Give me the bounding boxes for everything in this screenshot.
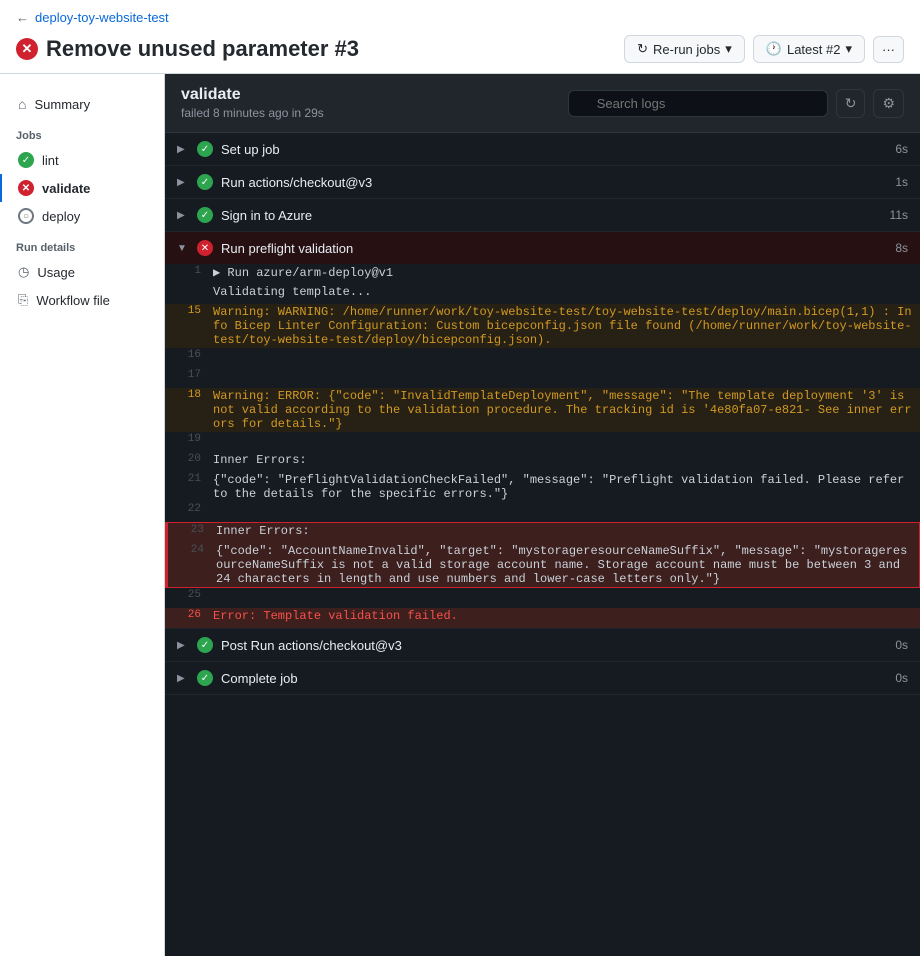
log-scroll-area[interactable]: ▶ ✓ Set up job 6s ▶ ✓ Run actions/checko… (165, 133, 920, 956)
step-setup: ▶ ✓ Set up job 6s (165, 133, 920, 166)
log-line: 16 (165, 348, 920, 368)
log-line: 17 (165, 368, 920, 388)
log-line-highlight-2: 24 {"code": "AccountNameInvalid", "targe… (166, 543, 919, 587)
clock-icon: 🕐 (766, 41, 782, 57)
search-input[interactable] (568, 90, 828, 117)
chevron-right-icon-4: ▶ (177, 640, 189, 651)
step-post-checkout-header[interactable]: ▶ ✓ Post Run actions/checkout@v3 0s (165, 629, 920, 661)
log-line: 21 {"code": "PreflightValidationCheckFai… (165, 472, 920, 502)
breadcrumb: ← deploy-toy-website-test (16, 10, 904, 25)
breadcrumb-link[interactable]: deploy-toy-website-test (35, 10, 169, 25)
job-subtitle: failed 8 minutes ago in 29s (181, 106, 324, 120)
action-buttons: ↻ Re-run jobs ▾ 🕐 Latest #2 ▾ ··· (624, 35, 904, 63)
sidebar-item-workflow-file[interactable]: ⎘ Workflow file (0, 286, 164, 314)
job-header: validate failed 8 minutes ago in 29s 🔍 ↻… (165, 74, 920, 133)
log-line-error: 26 Error: Template validation failed. (165, 608, 920, 628)
deploy-neutral-icon: ○ (18, 208, 34, 224)
refresh-button[interactable]: ↻ (836, 89, 866, 118)
back-arrow[interactable]: ← (16, 10, 29, 25)
job-title: validate (181, 86, 324, 104)
chevron-right-icon-3: ▶ (177, 210, 189, 221)
step-setup-success-icon: ✓ (197, 141, 213, 157)
log-line-warning: 15 Warning: WARNING: /home/runner/work/t… (165, 304, 920, 348)
step-setup-duration: 6s (895, 142, 908, 156)
jobs-section-label: Jobs (0, 118, 164, 146)
dropdown-arrow: ▾ (725, 41, 732, 57)
step-checkout-header[interactable]: ▶ ✓ Run actions/checkout@v3 1s (165, 166, 920, 198)
step-checkout-duration: 1s (895, 175, 908, 189)
job-header-actions: 🔍 ↻ ⚙ (568, 89, 904, 118)
step-preflight: ▼ ✕ Run preflight validation 8s 1 ▶ Run … (165, 232, 920, 629)
log-line: 20 Inner Errors: (165, 452, 920, 472)
step-signin-success-icon: ✓ (197, 207, 213, 223)
step-setup-header[interactable]: ▶ ✓ Set up job 6s (165, 133, 920, 165)
log-line: 22 (165, 502, 920, 522)
step-complete: ▶ ✓ Complete job 0s (165, 662, 920, 695)
settings-button[interactable]: ⚙ (873, 89, 904, 118)
rerun-icon: ↻ (637, 41, 648, 57)
log-line-warning-2: 18 Warning: ERROR: {"code": "InvalidTemp… (165, 388, 920, 432)
step-complete-success-icon: ✓ (197, 670, 213, 686)
step-signin-title: Sign in to Azure (221, 208, 312, 223)
lint-success-icon: ✓ (18, 152, 34, 168)
usage-clock-icon: ◷ (18, 264, 29, 280)
more-options-button[interactable]: ··· (873, 36, 904, 63)
step-complete-title: Complete job (221, 671, 298, 686)
latest-button[interactable]: 🕐 Latest #2 ▾ (753, 35, 865, 63)
sidebar-item-validate[interactable]: ✕ validate (0, 174, 164, 202)
rerun-jobs-button[interactable]: ↻ Re-run jobs ▾ (624, 35, 745, 63)
sidebar-item-usage[interactable]: ◷ Usage (0, 258, 164, 286)
chevron-down-icon: ▼ (177, 243, 189, 254)
step-preflight-header[interactable]: ▼ ✕ Run preflight validation 8s (165, 232, 920, 264)
step-preflight-title: Run preflight validation (221, 241, 353, 256)
step-setup-title: Set up job (221, 142, 280, 157)
sidebar-item-lint[interactable]: ✓ lint (0, 146, 164, 174)
run-details-label: Run details (0, 230, 164, 258)
step-post-checkout: ▶ ✓ Post Run actions/checkout@v3 0s (165, 629, 920, 662)
log-line: Validating template... (165, 284, 920, 304)
sidebar: ⌂ Summary Jobs ✓ lint ✕ validate ○ deplo… (0, 74, 165, 956)
file-icon: ⎘ (18, 292, 28, 308)
step-checkout-success-icon: ✓ (197, 174, 213, 190)
sidebar-item-summary[interactable]: ⌂ Summary (0, 90, 164, 118)
log-line-highlight: 23 Inner Errors: (166, 523, 919, 543)
dropdown-arrow-2: ▾ (845, 41, 852, 57)
step-preflight-duration: 8s (895, 241, 908, 255)
step-complete-header[interactable]: ▶ ✓ Complete job 0s (165, 662, 920, 694)
log-line: 1 ▶ Run azure/arm-deploy@v1 (165, 264, 920, 284)
error-highlight-block: 23 Inner Errors: 24 {"code": "AccountNam… (165, 522, 920, 588)
step-checkout: ▶ ✓ Run actions/checkout@v3 1s (165, 166, 920, 199)
step-complete-duration: 0s (895, 671, 908, 685)
sidebar-item-deploy[interactable]: ○ deploy (0, 202, 164, 230)
step-signin-header[interactable]: ▶ ✓ Sign in to Azure 11s (165, 199, 920, 231)
chevron-right-icon-2: ▶ (177, 177, 189, 188)
step-post-checkout-duration: 0s (895, 638, 908, 652)
step-signin-duration: 11s (890, 208, 908, 222)
step-post-checkout-success-icon: ✓ (197, 637, 213, 653)
step-preflight-error-icon: ✕ (197, 240, 213, 256)
log-lines-container: 1 ▶ Run azure/arm-deploy@v1 Validating t… (165, 264, 920, 628)
search-wrapper: 🔍 (568, 90, 828, 117)
step-post-checkout-title: Post Run actions/checkout@v3 (221, 638, 402, 653)
chevron-right-icon: ▶ (177, 144, 189, 155)
log-line: 25 (165, 588, 920, 608)
step-checkout-title: Run actions/checkout@v3 (221, 175, 372, 190)
chevron-right-icon-5: ▶ (177, 673, 189, 684)
log-line: 19 (165, 432, 920, 452)
page-title: ✕ Remove unused parameter #3 (16, 36, 359, 62)
home-icon: ⌂ (18, 96, 26, 112)
main-content: validate failed 8 minutes ago in 29s 🔍 ↻… (165, 74, 920, 956)
error-icon: ✕ (16, 38, 38, 60)
step-signin: ▶ ✓ Sign in to Azure 11s (165, 199, 920, 232)
validate-error-icon: ✕ (18, 180, 34, 196)
